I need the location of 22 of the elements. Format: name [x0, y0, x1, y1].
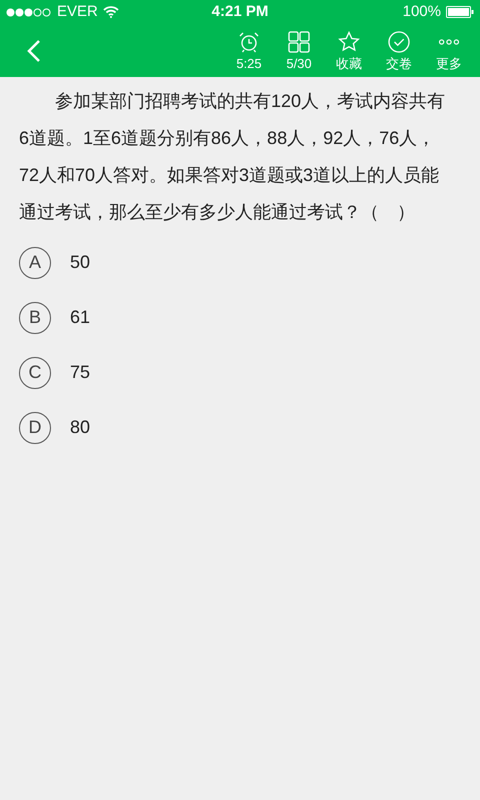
more-icon: [439, 38, 459, 44]
toolbar-button[interactable]: 5/30: [274, 30, 324, 70]
check-circle-icon: [388, 30, 410, 52]
option-text: 75: [70, 361, 90, 384]
clock-time: 4:21 PM: [212, 2, 268, 22]
battery-percentage: 100%: [402, 2, 441, 22]
back-icon: [27, 38, 41, 62]
signal-icon: [6, 8, 52, 16]
wifi-icon: [102, 6, 119, 18]
star-icon: [338, 30, 360, 52]
toolbar-button[interactable]: 5:25: [224, 30, 274, 70]
battery-icon: [446, 6, 474, 18]
alarm-clock-icon: [238, 30, 260, 52]
option-text: 50: [70, 251, 90, 274]
toolbar-button[interactable]: 收藏: [324, 30, 374, 70]
option-text: 80: [70, 416, 90, 439]
grid-icon: [288, 30, 310, 52]
toolbar-button[interactable]: 更多: [424, 30, 474, 70]
option-text: 61: [70, 306, 90, 329]
toolbar-button[interactable]: 交卷: [374, 30, 424, 70]
carrier-name: EVER: [57, 2, 98, 22]
question-text: 参加某部门招聘考试的共有120人，考试内容共有6道题。1至6道题分别有86人，88人，92人，76人，72人和70人答对。如果答对3道题或3道以上的人员能通过考试，那么至少有多少人能通过考试？（ ）: [18, 90, 446, 224]
